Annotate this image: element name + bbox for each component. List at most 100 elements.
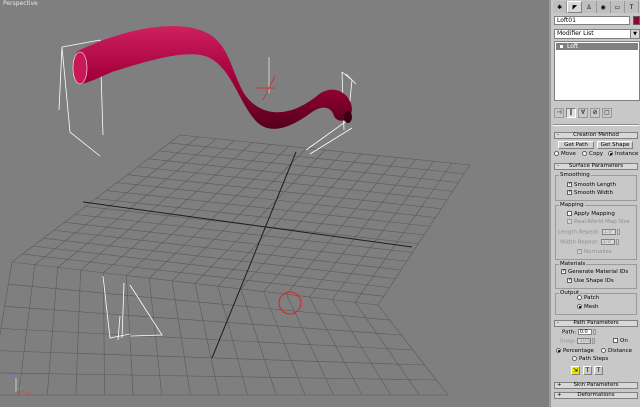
spinner-field[interactable]: 0.0 [577,329,592,335]
modify-icon[interactable]: ◤ [567,1,583,13]
spinner-label: Snap: [560,338,576,345]
rollout-surface-parameters[interactable]: - Surface Parameters [554,163,638,170]
radio-distance[interactable]: Distance [601,348,632,355]
checkbox-box: ✓ [567,277,573,283]
rollout-title: Path Parameters [573,320,619,326]
checkbox-label: Real-World Map Size [574,219,630,225]
object-color-swatch[interactable] [633,16,640,25]
grid-line [8,283,390,321]
smooth-width-checkbox[interactable]: ✓ Smooth Width [567,190,613,197]
radio-dot [572,356,577,361]
path-spinner[interactable]: Path: 0.0 [562,329,596,337]
smooth-length-checkbox[interactable]: ✓ Smooth Length [567,182,616,189]
grid-line [0,328,414,351]
apply-mapping-checkbox[interactable]: Apply Mapping [567,211,615,218]
length-repeat-spinner[interactable]: Length Repeat: 1.0 [558,229,620,237]
radio-path-steps[interactable]: Path Steps [572,356,608,363]
object-name-field[interactable]: Loft01 [554,16,630,25]
svg-text:z: z [12,373,15,379]
radio-move[interactable]: Move [554,151,576,158]
normalize-checkbox[interactable]: ✓ Normalize [577,249,612,256]
grid-line [4,306,402,336]
width-repeat-spinner[interactable]: Width Repeat: 1.0 [560,239,619,247]
modifier-list-dropdown[interactable]: Modifier List ▼ [554,29,640,39]
configure-sets-icon[interactable]: ▢ [602,108,612,118]
radio-dot [608,151,613,156]
modifier-stack[interactable]: Loft [554,41,640,101]
radio-instance[interactable]: Instance [608,151,638,158]
grid-line [286,157,398,295]
generate-material-ids-checkbox[interactable]: ✓ Generate Material IDs [561,269,628,276]
use-shape-ids-checkbox[interactable]: ✓ Use Shape IDs [567,278,614,285]
previous-shape-icon[interactable]: T [583,366,592,375]
utilities-icon[interactable]: T [624,1,640,13]
viewport-label[interactable]: Perspective [3,0,38,7]
radio-mesh[interactable]: Mesh [577,304,598,311]
chevron-down-icon[interactable]: ▼ [630,30,639,38]
checkbox-label: Normalize [584,249,612,255]
show-end-result-icon[interactable]: ‖ [566,108,576,118]
checkbox-label: Apply Mapping [574,211,615,217]
pick-shape-icon[interactable]: ⇲ [571,366,580,375]
create-icon[interactable]: ✱ [553,1,568,13]
radio-label: Move [561,151,576,157]
spinner-arrows[interactable] [616,229,620,235]
snap-spinner[interactable]: Snap: 10.0 [560,338,596,346]
grid-line [309,159,416,298]
loft-tube[interactable] [76,26,352,129]
group-title: Mapping [559,202,585,209]
stack-toolbar: ⊣ ‖ ∀ ⊘ ▢ [554,106,640,120]
remove-modifier-icon[interactable]: ⊘ [590,108,600,118]
spinner-field[interactable]: 10.0 [577,338,592,344]
grid-line [263,155,380,292]
command-panel: ✱ ◤ ♙ ◉ ▭ T Loft01 Modifier List ▼ Loft … [549,0,640,407]
radio-dot [577,304,582,309]
spinner-arrows[interactable] [592,329,596,335]
grid-line [332,161,434,300]
spinner-label: Length Repeat: [558,229,600,236]
rollout-title: Creation Method [573,132,619,138]
viewport-scene[interactable]: z x [0,0,549,407]
grid-line [217,151,344,287]
display-icon[interactable]: ▭ [610,1,625,13]
real-world-map-size-checkbox[interactable]: Real-World Map Size [567,219,630,226]
rollout-path-parameters[interactable]: - Path Parameters [554,320,638,327]
perspective-viewport[interactable]: z x Perspective [0,0,549,407]
grid-line [0,372,437,381]
checkbox-box: ✓ [561,268,567,274]
stack-item-loft[interactable]: Loft [556,43,638,50]
rollout-deformations[interactable]: + Deformations [554,392,638,399]
rollout-skin-parameters[interactable]: + Skin Parameters [554,382,638,389]
world-axis-icon: z x [12,373,29,397]
loft-tube-start-cap [72,51,88,85]
radio-percentage[interactable]: Percentage [556,348,594,355]
rollout-creation-method[interactable]: - Creation Method [554,132,638,139]
spinner-arrows[interactable] [615,239,619,245]
checkbox-label: Use Shape IDs [574,278,614,284]
spinner-arrows[interactable] [592,338,596,344]
pin-stack-icon[interactable]: ⊣ [554,108,564,118]
hierarchy-icon[interactable]: ♙ [582,1,597,13]
checkbox-label: On [620,338,628,344]
spinner-field[interactable]: 1.0 [600,239,615,245]
snap-on-checkbox[interactable]: On [613,338,628,345]
command-panel-tabs: ✱ ◤ ♙ ◉ ▭ T [553,1,640,13]
spinner-field[interactable]: 1.0 [601,229,616,235]
radio-dot [582,151,587,156]
next-shape-icon[interactable]: T [594,366,603,375]
make-unique-icon[interactable]: ∀ [578,108,588,118]
radio-patch[interactable]: Patch [577,295,599,302]
get-shape-button[interactable]: Get Shape [597,141,633,149]
get-path-button[interactable]: Get Path [558,141,594,149]
radio-label: Copy [589,151,603,157]
grid-line [240,153,362,290]
grid-line [32,245,390,288]
radio-copy[interactable]: Copy [582,151,603,158]
rollout-title: Skin Parameters [573,382,619,388]
motion-icon[interactable]: ◉ [596,1,611,13]
grid-main-axes [82,151,413,359]
radio-dot [601,348,606,353]
checkbox-box [567,219,572,224]
stack-item-label: Loft [567,43,579,50]
radio-dot [577,295,582,300]
